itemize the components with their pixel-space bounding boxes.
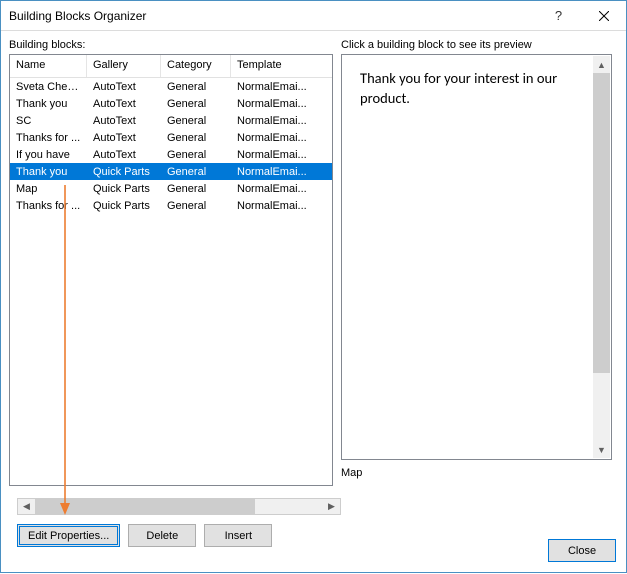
cell-gallery: Quick Parts (87, 199, 161, 213)
cell-template: NormalEmai... (231, 199, 332, 213)
preview-text: Thank you for your interest in our produ… (360, 69, 601, 108)
cell-gallery: Quick Parts (87, 182, 161, 196)
cell-category: General (161, 148, 231, 162)
cell-template: NormalEmai... (231, 114, 332, 128)
preview-scrollbar[interactable]: ▲ ▼ (593, 56, 610, 458)
delete-button[interactable]: Delete (128, 524, 196, 547)
table-row[interactable]: MapQuick PartsGeneralNormalEmai... (10, 180, 332, 197)
cell-name: If you have (10, 148, 87, 162)
cell-category: General (161, 182, 231, 196)
preview-pane: Thank you for your interest in our produ… (341, 54, 612, 460)
cell-name: Map (10, 182, 87, 196)
table-row[interactable]: Sveta Cheu...AutoTextGeneralNormalEmai..… (10, 78, 332, 95)
scroll-left-arrow[interactable]: ◀ (18, 499, 35, 514)
close-button[interactable]: Close (548, 539, 616, 562)
column-header-template[interactable]: Template (231, 55, 332, 77)
scroll-track[interactable] (593, 73, 610, 441)
cell-name: Thank you (10, 165, 87, 179)
column-header-gallery[interactable]: Gallery (87, 55, 161, 77)
cell-name: Thank you (10, 97, 87, 111)
cell-template: NormalEmai... (231, 182, 332, 196)
close-icon (599, 11, 609, 21)
scroll-right-arrow[interactable]: ▶ (323, 499, 340, 514)
cell-gallery: AutoText (87, 148, 161, 162)
building-blocks-table[interactable]: Name Gallery Category Template Sveta Che… (9, 54, 333, 486)
table-header: Name Gallery Category Template (10, 55, 332, 78)
edit-properties-button[interactable]: Edit Properties... (17, 524, 120, 547)
cell-name: Thanks for ... (10, 199, 87, 213)
close-window-button[interactable] (581, 1, 626, 30)
scroll-down-arrow[interactable]: ▼ (593, 441, 610, 458)
column-header-category[interactable]: Category (161, 55, 231, 77)
column-header-name[interactable]: Name (10, 55, 87, 77)
table-row[interactable]: SCAutoTextGeneralNormalEmai... (10, 112, 332, 129)
cell-gallery: AutoText (87, 114, 161, 128)
table-row[interactable]: Thank youAutoTextGeneralNormalEmai... (10, 95, 332, 112)
cell-gallery: AutoText (87, 80, 161, 94)
cell-category: General (161, 131, 231, 145)
cell-template: NormalEmai... (231, 80, 332, 94)
cell-template: NormalEmai... (231, 148, 332, 162)
table-row[interactable]: Thanks for ...AutoTextGeneralNormalEmai.… (10, 129, 332, 146)
insert-button[interactable]: Insert (204, 524, 272, 547)
cell-gallery: Quick Parts (87, 165, 161, 179)
cell-category: General (161, 114, 231, 128)
table-row[interactable]: If you haveAutoTextGeneralNormalEmai... (10, 146, 332, 163)
table-row[interactable]: Thank youQuick PartsGeneralNormalEmai... (10, 163, 332, 180)
preview-label: Click a building block to see its previe… (341, 39, 618, 51)
cell-category: General (161, 165, 231, 179)
cell-gallery: AutoText (87, 97, 161, 111)
scroll-up-arrow[interactable]: ▲ (593, 56, 610, 73)
cell-name: Sveta Cheu... (10, 80, 87, 94)
window-title: Building Blocks Organizer (9, 9, 536, 23)
horizontal-scrollbar[interactable]: ◀ ▶ (17, 498, 341, 515)
cell-category: General (161, 199, 231, 213)
cell-category: General (161, 97, 231, 111)
scroll-track[interactable] (35, 499, 323, 514)
cell-name: SC (10, 114, 87, 128)
table-row[interactable]: Thanks for ...Quick PartsGeneralNormalEm… (10, 197, 332, 214)
titlebar: Building Blocks Organizer ? (1, 1, 626, 31)
cell-category: General (161, 80, 231, 94)
cell-name: Thanks for ... (10, 131, 87, 145)
scroll-thumb[interactable] (35, 499, 255, 514)
help-button[interactable]: ? (536, 1, 581, 30)
preview-caption: Map (341, 467, 618, 479)
cell-template: NormalEmai... (231, 131, 332, 145)
cell-gallery: AutoText (87, 131, 161, 145)
building-blocks-label: Building blocks: (9, 39, 333, 51)
cell-template: NormalEmai... (231, 165, 332, 179)
scroll-thumb[interactable] (593, 73, 610, 373)
cell-template: NormalEmai... (231, 97, 332, 111)
